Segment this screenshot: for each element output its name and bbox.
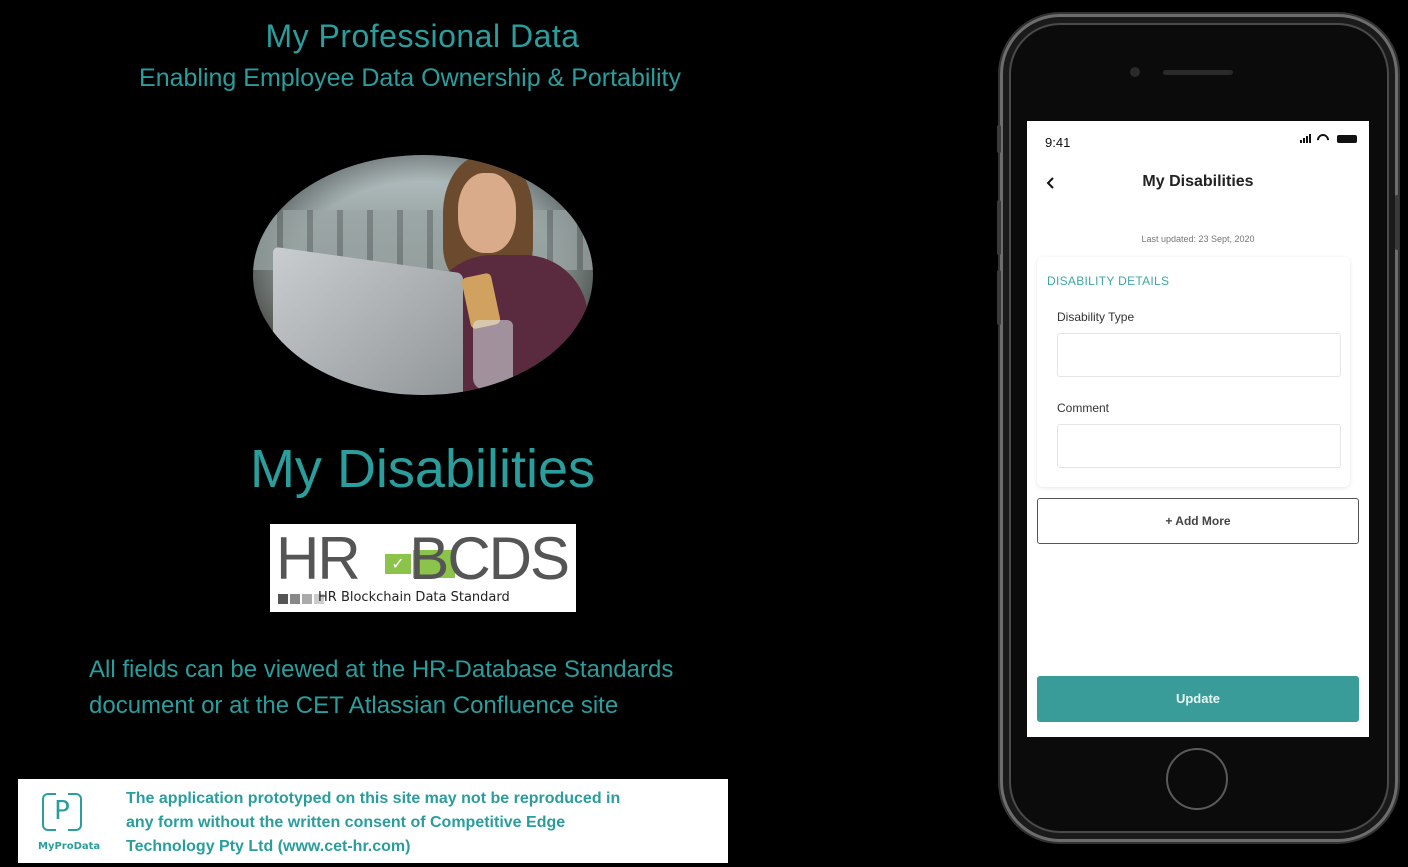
battery-icon bbox=[1337, 135, 1357, 143]
info-line: document or at the CET Atlassian Conflue… bbox=[89, 692, 619, 719]
status-icons bbox=[1300, 133, 1357, 143]
phone-side-button bbox=[1395, 195, 1399, 250]
hr-bcds-logo: HR ✓ BCDS HR Blockchain Data Standard bbox=[270, 524, 576, 612]
status-time: 9:41 bbox=[1045, 135, 1071, 150]
comment-input[interactable] bbox=[1057, 424, 1341, 468]
slide-subtitle: Enabling Employee Data Ownership & Porta… bbox=[139, 64, 681, 92]
wifi-icon bbox=[1316, 133, 1330, 143]
last-updated: Last updated: 23 Sept, 2020 bbox=[1141, 234, 1255, 244]
home-button[interactable] bbox=[1166, 748, 1228, 810]
phone-camera-icon bbox=[1130, 67, 1140, 77]
disability-type-label: Disability Type bbox=[1057, 310, 1135, 324]
screen-title: My Disabilities bbox=[1142, 173, 1254, 190]
phone-side-button bbox=[997, 200, 1001, 255]
comment-label: Comment bbox=[1057, 401, 1110, 415]
update-button[interactable]: Update bbox=[1037, 676, 1359, 722]
myprodata-logo-icon: P bbox=[40, 789, 84, 833]
info-text: All fields can be viewed at the HR-Datab… bbox=[89, 652, 809, 724]
section-heading: My Disabilities bbox=[249, 439, 596, 499]
phone-screen: 9:41 My Disabilities Last updated: 23 Se… bbox=[1027, 121, 1369, 737]
photo-person-face bbox=[458, 173, 516, 253]
phone-speaker bbox=[1163, 70, 1233, 75]
hr-logo-right-text: BCDS bbox=[409, 525, 570, 592]
hr-logo-left-text: HR bbox=[276, 525, 361, 592]
add-more-button[interactable]: + Add More bbox=[1037, 498, 1359, 544]
phone-side-button bbox=[997, 270, 1001, 325]
card-heading: DISABILITY DETAILS bbox=[1047, 274, 1170, 288]
hero-photo bbox=[253, 155, 593, 395]
square-icon bbox=[290, 594, 300, 604]
check-icon: ✓ bbox=[385, 554, 411, 574]
disability-type-input[interactable] bbox=[1057, 333, 1341, 377]
logo-caption: MyProData bbox=[38, 841, 101, 852]
hr-logo-tagline: HR Blockchain Data Standard bbox=[318, 590, 510, 605]
notice-line: Technology Pty Ltd (www.cet-hr.com) bbox=[126, 838, 411, 855]
photo-glass bbox=[473, 320, 513, 390]
photo-laptop bbox=[273, 246, 463, 395]
phone-side-button bbox=[997, 125, 1001, 153]
footer-notice-box: P MyProData The application prototyped o… bbox=[18, 779, 728, 863]
info-line: All fields can be viewed at the HR-Datab… bbox=[89, 656, 674, 683]
notice-line: The application prototyped on this site … bbox=[126, 790, 621, 807]
square-icon bbox=[302, 594, 312, 604]
signal-icon bbox=[1300, 134, 1311, 143]
square-icon bbox=[278, 594, 288, 604]
notice-line: any form without the written consent of … bbox=[126, 814, 566, 831]
copyright-notice: The application prototyped on this site … bbox=[126, 787, 716, 859]
slide-title: My Professional Data bbox=[265, 18, 580, 54]
